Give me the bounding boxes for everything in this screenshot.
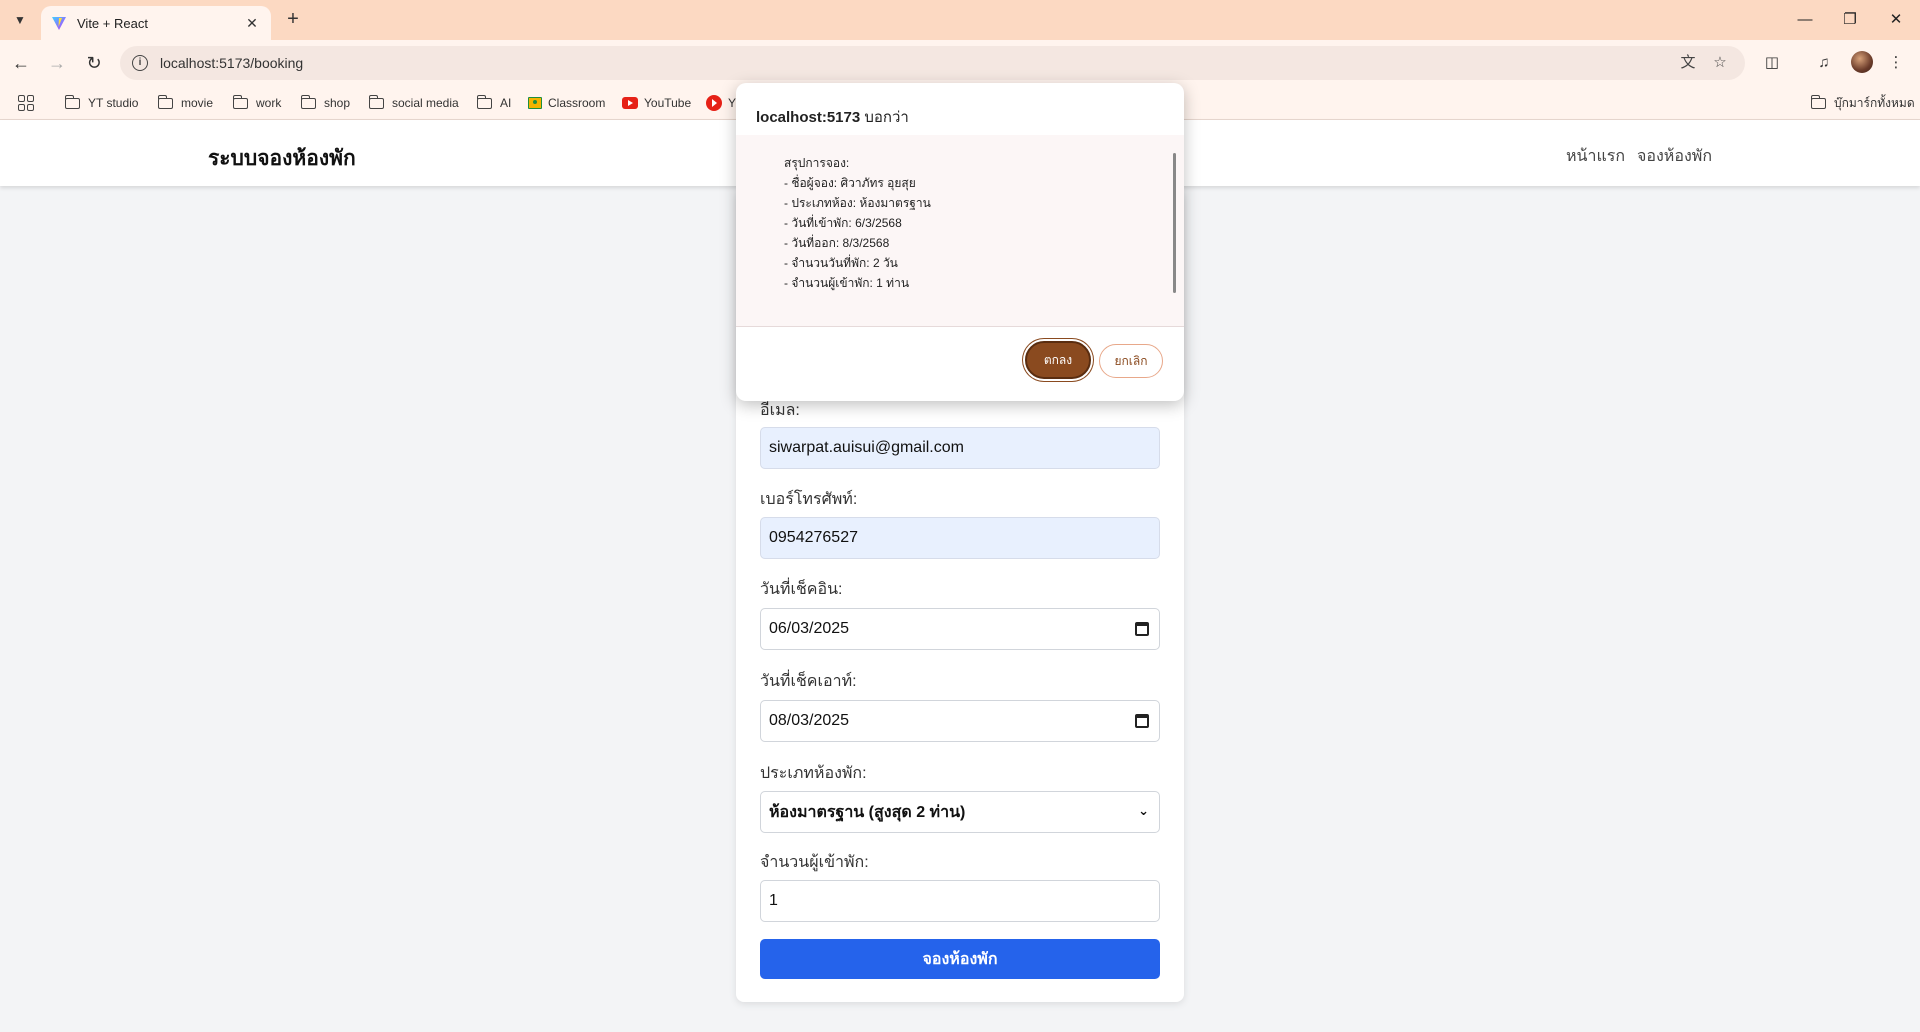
calendar-icon[interactable] [1135, 622, 1149, 636]
bookmark-label: Classroom [548, 96, 606, 110]
tab-search-dropdown-icon[interactable]: ▼ [8, 8, 32, 32]
alert-dialog: localhost:5173 บอกว่า สรุปการจอง: - ชื่อ… [736, 83, 1184, 401]
dialog-says: บอกว่า [864, 109, 909, 126]
phone-field[interactable]: 0954276527 [760, 517, 1160, 559]
room-type-label: ประเภทห้องพัก: [760, 765, 867, 782]
folder-icon [157, 94, 173, 109]
folder-icon [476, 94, 492, 109]
bookmark-label: AI [500, 96, 512, 110]
room-type-select[interactable]: ห้องมาตรฐาน (สูงสุด 2 ท่าน) ⌄ [760, 791, 1160, 833]
dialog-message-area: สรุปการจอง: - ชื่อผู้จอง: ศิวาภัทร อุยสุ… [736, 135, 1184, 327]
tab-title: Vite + React [77, 15, 148, 31]
folder-icon [232, 94, 248, 109]
bookmark-label: บุ๊กมาร์กทั้งหมด [1834, 95, 1915, 110]
chevron-down-icon: ⌄ [1138, 803, 1149, 818]
guests-label: จำนวนผู้เข้าพัก: [760, 854, 869, 871]
site-brand[interactable]: ระบบจองห้องพัก [208, 142, 356, 175]
calendar-icon[interactable] [1135, 714, 1149, 728]
bookmark-youtube[interactable]: YouTube [622, 93, 691, 113]
folder-icon [300, 94, 316, 109]
browser-tab[interactable]: Vite + React ✕ [41, 6, 271, 40]
extensions-icon[interactable]: ◫ [1760, 51, 1784, 75]
bookmark-folder[interactable]: shop [300, 93, 351, 113]
email-field[interactable]: siwarpat.auisui@gmail.com [760, 427, 1160, 469]
folder-icon [1810, 94, 1826, 109]
guests-value: 1 [769, 892, 778, 909]
bookmark-classroom[interactable]: Classroom [528, 93, 605, 113]
guests-field[interactable]: 1 [760, 880, 1160, 922]
bookmark-label: social media [392, 96, 459, 110]
tab-close-icon[interactable]: ✕ [243, 15, 261, 32]
browser-toolbar: ← → ↻ i localhost:5173/booking 文 ☆ ◫ ♫ ⋮ [0, 40, 1920, 86]
bookmark-label: work [256, 96, 282, 110]
bookmark-youtube-music[interactable]: Y [706, 93, 736, 113]
phone-label: เบอร์โทรศัพท์: [760, 491, 858, 508]
classroom-icon [528, 97, 542, 109]
reload-icon[interactable]: ↻ [82, 51, 106, 75]
bookmark-label: movie [181, 96, 214, 110]
checkout-value: 08/03/2025 [769, 712, 850, 729]
bookmark-folder[interactable]: AI [476, 93, 512, 113]
dialog-origin: localhost:5173 [756, 109, 861, 126]
close-window-icon[interactable]: ✕ [1881, 8, 1911, 32]
menu-kebab-icon[interactable]: ⋮ [1884, 51, 1908, 75]
profile-avatar[interactable] [1851, 51, 1873, 73]
bookmark-label: YT studio [88, 96, 139, 110]
bookmark-label: shop [324, 96, 351, 110]
dialog-ok-button[interactable]: ตกลง [1025, 341, 1091, 379]
dialog-cancel-button[interactable]: ยกเลิก [1099, 344, 1163, 378]
dialog-title: localhost:5173 บอกว่า [756, 105, 909, 129]
url-text[interactable]: localhost:5173/booking [160, 55, 303, 71]
youtube-icon [622, 97, 638, 109]
bookmark-folder[interactable]: work [232, 93, 282, 113]
bookmark-folder[interactable]: movie [157, 93, 214, 113]
folder-icon [368, 94, 384, 109]
email-value: siwarpat.auisui@gmail.com [769, 439, 964, 456]
dialog-message: สรุปการจอง: - ชื่อผู้จอง: ศิวาภัทร อุยสุ… [784, 156, 931, 290]
youtube-music-icon [706, 95, 722, 111]
room-type-value: ห้องมาตรฐาน (สูงสุด 2 ท่าน) [769, 803, 966, 821]
bookmark-star-icon[interactable]: ☆ [1707, 46, 1733, 80]
checkout-label: วันที่เช็คเอาท์: [760, 673, 857, 690]
bookmark-label: Y [728, 96, 737, 110]
browser-tab-bar: ▼ Vite + React ✕ + — ❐ ✕ [0, 0, 1920, 40]
restore-icon[interactable]: ❐ [1835, 8, 1865, 32]
minimize-icon[interactable]: — [1790, 8, 1820, 32]
folder-icon [64, 94, 80, 109]
site-info-icon[interactable]: i [132, 55, 148, 71]
all-bookmarks[interactable]: บุ๊กมาร์กทั้งหมด [1810, 93, 1915, 113]
new-tab-icon[interactable]: + [281, 8, 305, 32]
forward-icon[interactable]: → [45, 51, 69, 75]
apps-grid-icon[interactable] [18, 95, 34, 111]
nav-booking-link[interactable]: จองห้องพัก [1637, 144, 1712, 169]
back-icon[interactable]: ← [9, 51, 33, 75]
vite-favicon-icon [52, 17, 66, 30]
email-label: อีเมล: [760, 402, 800, 419]
address-bar[interactable]: i localhost:5173/booking 文 ☆ [120, 46, 1745, 80]
bookmark-label: YouTube [644, 96, 692, 110]
checkin-label: วันที่เช็คอิน: [760, 581, 843, 598]
phone-value: 0954276527 [769, 529, 858, 546]
bookmark-folder[interactable]: social media [368, 93, 459, 113]
checkin-date-field[interactable]: 06/03/2025 [760, 608, 1160, 650]
translate-icon[interactable]: 文 [1675, 46, 1701, 80]
nav-home-link[interactable]: หน้าแรก [1566, 144, 1625, 169]
media-control-icon[interactable]: ♫ [1812, 51, 1836, 75]
checkout-date-field[interactable]: 08/03/2025 [760, 700, 1160, 742]
bookmark-folder[interactable]: YT studio [64, 93, 139, 113]
dialog-scrollbar[interactable] [1173, 153, 1176, 293]
checkin-value: 06/03/2025 [769, 620, 850, 637]
book-room-button[interactable]: จองห้องพัก [760, 939, 1160, 979]
